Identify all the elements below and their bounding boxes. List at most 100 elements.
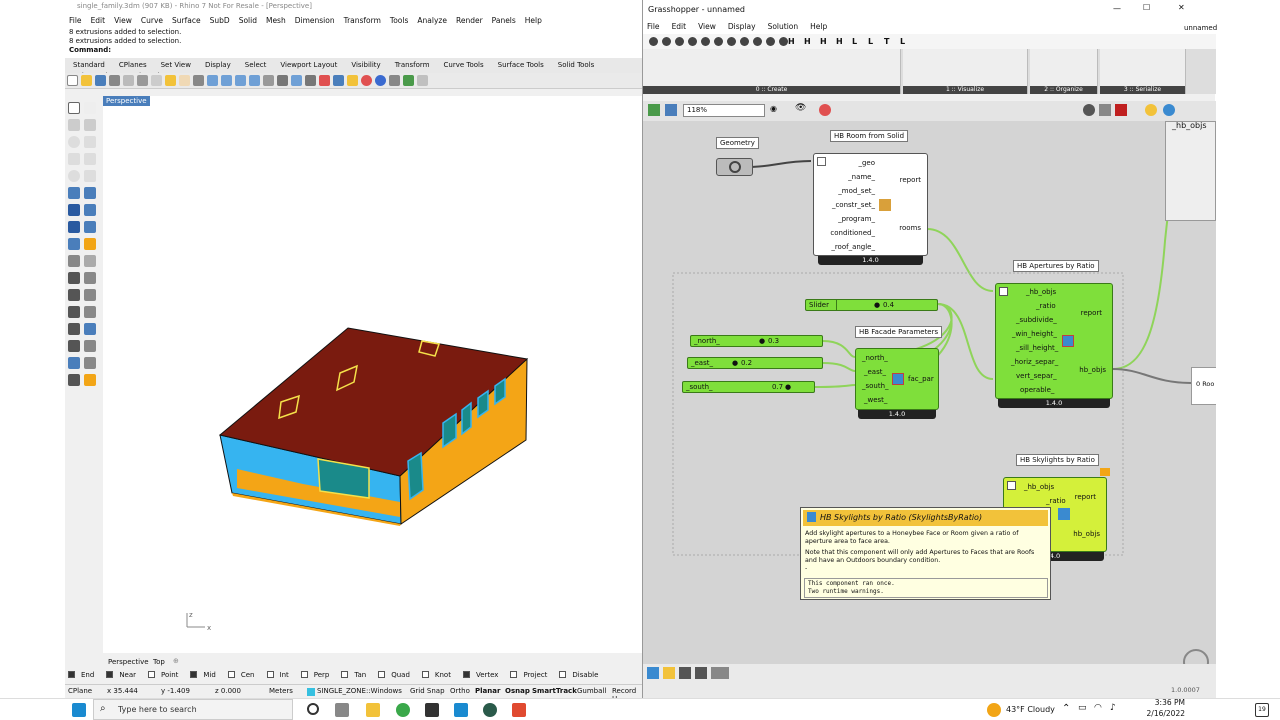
- command-prompt[interactable]: Command:: [69, 46, 642, 55]
- slider-knob[interactable]: ●: [874, 301, 880, 309]
- rectangle-icon[interactable]: [84, 153, 96, 165]
- gh-tab-sets-icon[interactable]: [675, 37, 684, 46]
- north-slider[interactable]: _north_ ● 0.3: [690, 335, 823, 347]
- tab-viewport-layout[interactable]: Viewport Layout: [272, 58, 343, 69]
- print-icon[interactable]: [109, 75, 120, 86]
- new-icon[interactable]: [67, 75, 78, 86]
- grid-snap-toggle[interactable]: Grid Snap: [410, 687, 445, 695]
- open-icon[interactable]: [81, 75, 92, 86]
- osnap-near[interactable]: Near: [106, 671, 142, 679]
- preview-icon[interactable]: 👁: [795, 103, 806, 113]
- gh-tab-maths-icon[interactable]: [662, 37, 671, 46]
- preview-mesh-icon[interactable]: [1099, 104, 1111, 116]
- osnap-quad[interactable]: Quad: [378, 671, 416, 679]
- weather-icon[interactable]: [987, 703, 1001, 717]
- house-model[interactable]: [103, 96, 642, 653]
- trim-icon[interactable]: [68, 289, 80, 301]
- osnap-project[interactable]: Project: [510, 671, 553, 679]
- osnap-disable[interactable]: Disable: [559, 671, 604, 679]
- menu-subd[interactable]: SubD: [210, 14, 230, 25]
- slider-knob[interactable]: ●: [785, 383, 791, 391]
- menu-surface[interactable]: Surface: [172, 14, 201, 25]
- warning-balloon-icon[interactable]: [1100, 468, 1110, 476]
- tab-top[interactable]: Top: [153, 658, 165, 666]
- gh-tab-display-icon[interactable]: [766, 37, 775, 46]
- wire-display-icon[interactable]: [1083, 104, 1095, 116]
- east-slider[interactable]: _east_ ● 0.2: [687, 357, 823, 369]
- gh-tab-intersect-icon[interactable]: [740, 37, 749, 46]
- menu-edit[interactable]: Edit: [91, 14, 106, 25]
- gh-tab-l-icon[interactable]: L: [852, 37, 861, 46]
- move-icon[interactable]: [68, 255, 80, 267]
- zoom-extents-icon[interactable]: [235, 75, 246, 86]
- menu-file[interactable]: File: [69, 14, 82, 25]
- osnap-checkbox[interactable]: [341, 671, 349, 678]
- ratio-slider[interactable]: Slider ● 0.4: [805, 299, 938, 311]
- bake-icon[interactable]: [1145, 104, 1157, 116]
- solid-icon[interactable]: [84, 204, 96, 216]
- pan-icon[interactable]: [179, 75, 190, 86]
- gh-tab-vector-icon[interactable]: [688, 37, 697, 46]
- osnap-point[interactable]: Point: [148, 671, 184, 679]
- osnap-vertex[interactable]: Vertex: [462, 671, 505, 679]
- extrude-icon[interactable]: [68, 221, 80, 233]
- tab-curve-tools[interactable]: Curve Tools: [436, 58, 490, 69]
- tab-transform[interactable]: Transform: [387, 58, 436, 69]
- preview-shaded-icon[interactable]: [1115, 104, 1127, 116]
- group-icon[interactable]: [68, 323, 80, 335]
- gumball-toggle[interactable]: Gumball: [577, 687, 606, 695]
- polyline-icon[interactable]: [68, 119, 80, 131]
- tab-surface-tools[interactable]: Surface Tools: [490, 58, 550, 69]
- dimension-icon[interactable]: [68, 340, 80, 352]
- rotate-view-icon[interactable]: [193, 75, 204, 86]
- tab-standard[interactable]: Standard: [65, 58, 111, 69]
- cplane-label[interactable]: CPlane: [68, 687, 92, 695]
- gh-tab-l-icon[interactable]: L: [900, 37, 909, 46]
- clock-date[interactable]: 2/16/2022: [1140, 709, 1185, 718]
- cortana-icon[interactable]: [307, 703, 319, 715]
- gh-tab-h-icon[interactable]: H: [836, 37, 845, 46]
- wifi-icon[interactable]: ◠: [1094, 703, 1102, 713]
- polygon-icon[interactable]: [68, 153, 80, 165]
- tray-chevron-icon[interactable]: ⌃: [1062, 703, 1070, 714]
- osnap-cen[interactable]: Cen: [227, 671, 261, 679]
- explode-icon[interactable]: [84, 306, 96, 318]
- hb-apertures-by-ratio[interactable]: _hb_objs _ratio _subdivide_ _win_height_…: [995, 283, 1113, 399]
- osnap-mid[interactable]: Mid: [190, 671, 221, 679]
- curve-icon[interactable]: [84, 119, 96, 131]
- menu-panels[interactable]: Panels: [492, 14, 516, 25]
- point-icon[interactable]: [84, 102, 96, 114]
- gh-autosave-icon[interactable]: [663, 667, 675, 679]
- osnap-checkbox[interactable]: [462, 671, 470, 678]
- menu-solid[interactable]: Solid: [239, 14, 257, 25]
- lights-icon[interactable]: [347, 75, 358, 86]
- osnap-knot[interactable]: Knot: [421, 671, 457, 679]
- offscreen-component[interactable]: _hb_objs: [1165, 121, 1216, 221]
- layer-tool-icon[interactable]: [84, 374, 96, 386]
- menu-curve[interactable]: Curve: [141, 14, 163, 25]
- join-icon[interactable]: [68, 306, 80, 318]
- network-icon[interactable]: ▭: [1078, 703, 1087, 713]
- tab-setview[interactable]: Set View: [153, 58, 197, 69]
- gh-menu-view[interactable]: View: [698, 20, 716, 31]
- transform-icon[interactable]: [84, 238, 96, 250]
- ellipse-icon[interactable]: [68, 170, 80, 182]
- layer-icon[interactable]: [333, 75, 344, 86]
- osnap-int[interactable]: Int: [266, 671, 295, 679]
- freeform-icon[interactable]: [84, 170, 96, 182]
- gh-status-icon[interactable]: [647, 667, 659, 679]
- maximize-button[interactable]: ☐: [1143, 3, 1150, 12]
- gh-tab-transform-icon[interactable]: [753, 37, 762, 46]
- osnap-end[interactable]: End: [68, 671, 100, 679]
- undo-view-icon[interactable]: [291, 75, 302, 86]
- slider-knob[interactable]: ●: [759, 337, 765, 345]
- boolean-icon[interactable]: [84, 221, 96, 233]
- hide-icon[interactable]: [84, 357, 96, 369]
- gh-tab-mesh-icon[interactable]: [727, 37, 736, 46]
- text-icon[interactable]: [84, 340, 96, 352]
- gh-menu-edit[interactable]: Edit: [672, 20, 687, 31]
- zoom-window-icon[interactable]: [221, 75, 232, 86]
- menu-transform[interactable]: Transform: [344, 14, 381, 25]
- tab-display[interactable]: Display: [197, 58, 237, 69]
- expand-icon[interactable]: [999, 287, 1008, 296]
